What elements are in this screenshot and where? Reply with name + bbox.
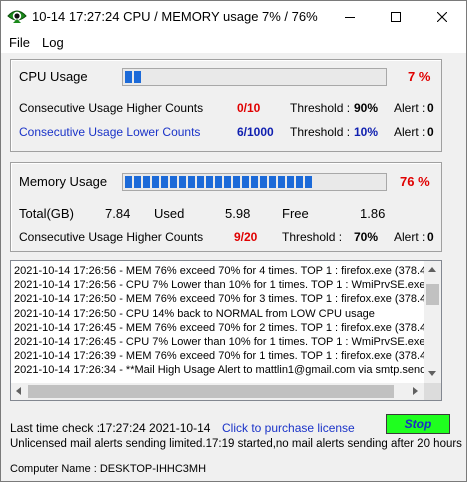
bar-segment — [260, 176, 267, 188]
bar-segment — [179, 176, 186, 188]
scroll-up-icon[interactable] — [428, 267, 436, 272]
memory-used-label: Used — [154, 206, 185, 221]
cpu-higher-count: 0/10 — [237, 101, 261, 115]
log-line: 2021-10-14 17:26:39 - MEM 76% exceed 70%… — [14, 350, 432, 363]
log-lines: 2021-10-14 17:26:56 - MEM 76% exceed 70%… — [14, 264, 432, 378]
cpu-higher-alert: 0 — [427, 101, 434, 115]
cpu-lower-threshold: 10% — [354, 125, 379, 139]
bar-segment — [188, 176, 195, 188]
memory-free-value: 1.86 — [360, 206, 386, 221]
memory-total-value: 7.84 — [105, 206, 131, 221]
memory-used-value: 5.98 — [225, 206, 251, 221]
menu-log[interactable]: Log — [42, 35, 64, 50]
maximize-button[interactable] — [373, 1, 419, 32]
license-notice: Unlicensed mail alerts sending limited.1… — [10, 438, 462, 450]
memory-panel: Memory Usage 76 % Total(GB) 7.84 Used 5.… — [10, 162, 442, 252]
bar-segment — [224, 176, 231, 188]
app-window: 10-14 17:27:24 CPU / MEMORY usage 7% / 7… — [0, 0, 467, 482]
bar-segment — [305, 176, 312, 188]
last-check-value: 17:27:24 2021-10-14 — [99, 421, 211, 435]
cpu-lower-label: Consecutive Usage Lower Counts — [19, 125, 201, 139]
cpu-lower-alert-label: Alert : — [394, 125, 426, 139]
bar-segment — [143, 176, 150, 188]
cpu-usage-percent: 7 % — [408, 69, 431, 84]
scrollbar-corner — [424, 383, 441, 400]
menu-file[interactable]: File — [9, 35, 30, 50]
bar-segment — [269, 176, 276, 188]
stop-button[interactable]: Stop — [386, 414, 450, 434]
cpu-lower-alert: 0 — [427, 125, 434, 139]
memory-higher-threshold: 70% — [354, 230, 379, 244]
scroll-left-icon[interactable] — [16, 387, 21, 395]
cpu-higher-threshold: 90% — [354, 101, 379, 115]
memory-higher-count: 9/20 — [234, 230, 258, 244]
scroll-right-icon[interactable] — [413, 387, 418, 395]
log-vertical-scrollbar[interactable] — [424, 261, 441, 383]
log-line: 2021-10-14 17:26:34 - **Mail High Usage … — [14, 364, 432, 377]
bar-segment — [197, 176, 204, 188]
memory-free-label: Free — [282, 206, 309, 221]
memory-usage-bar — [122, 173, 387, 191]
bar-segment — [242, 176, 249, 188]
cpu-lower-threshold-label: Threshold : — [290, 125, 351, 139]
minimize-icon — [345, 16, 355, 18]
bar-segment — [296, 176, 303, 188]
cpu-panel: CPU Usage 7 % Consecutive Usage Higher C… — [10, 59, 442, 152]
maximize-icon — [391, 11, 401, 22]
bar-segment — [134, 71, 141, 83]
computer-name: Computer Name : DESKTOP-IHHC3MH — [10, 463, 207, 475]
bar-segment — [170, 176, 177, 188]
log-line: 2021-10-14 17:26:50 - MEM 76% exceed 70%… — [14, 293, 432, 306]
last-check-label: Last time check : — [10, 421, 101, 435]
log-line: 2021-10-14 17:26:56 - CPU 7% Lower than … — [14, 279, 432, 292]
memory-total-label: Total(GB) — [19, 206, 74, 221]
bar-segment — [278, 176, 285, 188]
cpu-lower-count: 6/1000 — [237, 125, 274, 139]
cpu-higher-alert-label: Alert : — [394, 101, 426, 115]
bar-segment — [125, 176, 132, 188]
log-vertical-thumb[interactable] — [426, 284, 439, 305]
cpu-usage-bar-fill — [125, 71, 141, 83]
memory-higher-alert: 0 — [427, 230, 434, 244]
memory-usage-label: Memory Usage — [19, 174, 108, 189]
log-line: 2021-10-14 17:26:56 - MEM 76% exceed 70%… — [14, 265, 432, 277]
log-horizontal-scrollbar[interactable] — [11, 383, 424, 400]
close-icon — [437, 11, 447, 22]
bar-segment — [251, 176, 258, 188]
log-line: 2021-10-14 17:26:50 - CPU 14% back to NO… — [14, 307, 375, 320]
memory-higher-label: Consecutive Usage Higher Counts — [19, 230, 204, 244]
cpu-usage-label: CPU Usage — [19, 69, 88, 84]
log-horizontal-thumb[interactable] — [28, 385, 394, 398]
purchase-license-link[interactable]: Click to purchase license — [222, 421, 355, 435]
eye-icon — [7, 7, 27, 25]
log-line: 2021-10-14 17:26:45 - MEM 76% exceed 70%… — [14, 321, 432, 334]
cpu-higher-label: Consecutive Usage Higher Counts — [19, 101, 204, 115]
bar-segment — [152, 176, 159, 188]
memory-higher-alert-label: Alert : — [394, 230, 426, 244]
bar-segment — [161, 176, 168, 188]
bar-segment — [125, 71, 132, 83]
memory-usage-bar-fill — [125, 176, 312, 188]
log-box[interactable]: 2021-10-14 17:26:56 - MEM 76% exceed 70%… — [10, 260, 442, 401]
cpu-usage-bar — [122, 68, 387, 86]
close-button[interactable] — [419, 1, 465, 32]
window-title: 10-14 17:27:24 CPU / MEMORY usage 7% / 7… — [32, 9, 318, 24]
memory-higher-threshold-label: Threshold : — [282, 230, 343, 244]
log-line: 2021-10-14 17:26:45 - CPU 7% Lower than … — [14, 335, 432, 348]
bar-segment — [206, 176, 213, 188]
menu-bar: File Log — [1, 32, 466, 53]
minimize-button[interactable] — [327, 1, 373, 32]
title-bar[interactable]: 10-14 17:27:24 CPU / MEMORY usage 7% / 7… — [1, 1, 466, 32]
bar-segment — [134, 176, 141, 188]
scroll-down-icon[interactable] — [428, 371, 436, 376]
cpu-higher-threshold-label: Threshold : — [290, 101, 351, 115]
bar-segment — [287, 176, 294, 188]
bar-segment — [215, 176, 222, 188]
memory-usage-percent: 76 % — [400, 174, 430, 189]
bar-segment — [233, 176, 240, 188]
